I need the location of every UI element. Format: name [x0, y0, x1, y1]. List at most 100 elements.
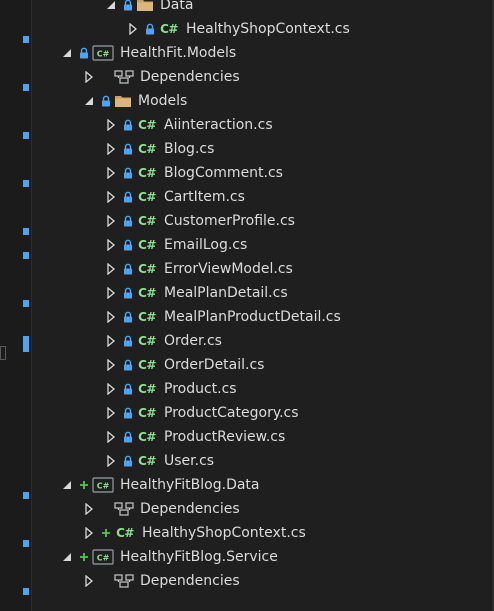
svg-text:C#: C#	[97, 482, 110, 491]
lock-icon	[122, 0, 134, 12]
tree-item[interactable]: C# CustomerProfile.cs	[32, 209, 492, 233]
expanded-arrow-icon[interactable]	[60, 478, 74, 492]
gutter-change-marker	[23, 336, 29, 352]
lock-icon	[122, 166, 134, 180]
collapsed-arrow-icon[interactable]	[104, 310, 118, 324]
lock-icon	[122, 454, 134, 468]
tree-item[interactable]: Dependencies	[32, 497, 492, 521]
lock-icon	[122, 214, 134, 228]
tree-item[interactable]: C# BlogComment.cs	[32, 161, 492, 185]
tree-item[interactable]: C# ProductReview.cs	[32, 425, 492, 449]
collapsed-arrow-icon[interactable]	[82, 526, 96, 540]
lock-icon	[122, 382, 134, 396]
expanded-arrow-icon[interactable]	[82, 94, 96, 108]
gutter-change-marker	[23, 492, 29, 499]
svg-text:C#: C#	[97, 50, 110, 59]
tree-item[interactable]: C# HealthyFitBlog.Service	[32, 545, 492, 569]
tree-item-label: Aiinteraction.cs	[164, 117, 273, 133]
collapsed-arrow-icon[interactable]	[104, 382, 118, 396]
collapsed-arrow-icon[interactable]	[104, 334, 118, 348]
expanded-arrow-icon[interactable]	[60, 550, 74, 564]
collapsed-arrow-icon[interactable]	[82, 70, 96, 84]
lock-icon	[122, 406, 134, 420]
tree-item-label: BlogComment.cs	[164, 165, 283, 181]
collapsed-arrow-icon[interactable]	[104, 238, 118, 252]
tree-item[interactable]: C# Blog.cs	[32, 137, 492, 161]
tree-item[interactable]: C# User.cs	[32, 449, 492, 473]
lock-icon	[144, 22, 156, 36]
tree-item-label: Data	[160, 0, 194, 13]
collapsed-arrow-icon[interactable]	[104, 286, 118, 300]
csharp-file-icon: C#	[138, 358, 156, 372]
dependencies-icon	[114, 502, 134, 516]
collapsed-arrow-icon[interactable]	[82, 574, 96, 588]
collapsed-arrow-icon[interactable]	[104, 190, 118, 204]
csharp-file-icon: C#	[138, 166, 156, 180]
collapsed-arrow-icon[interactable]	[104, 454, 118, 468]
tree-item[interactable]: C# HealthyFitBlog.Data	[32, 473, 492, 497]
tree-item-label: HealthyShopContext.cs	[142, 525, 306, 541]
tree-item-label: Dependencies	[140, 69, 240, 85]
plus-icon	[100, 526, 112, 540]
gutter-change-marker	[23, 300, 29, 307]
tree-item[interactable]: C# Order.cs	[32, 329, 492, 353]
tree-item[interactable]: C# MealPlanProductDetail.cs	[32, 305, 492, 329]
lock-icon	[122, 286, 134, 300]
badge-placeholder	[100, 574, 112, 588]
tree-item-label: ProductCategory.cs	[164, 405, 299, 421]
tree-item[interactable]: C# HealthyShopContext.cs	[32, 17, 492, 41]
collapsed-arrow-icon[interactable]	[104, 262, 118, 276]
tree-item[interactable]: C# ProductCategory.cs	[32, 401, 492, 425]
tree-item[interactable]: Dependencies	[32, 65, 492, 89]
expanded-arrow-icon[interactable]	[60, 46, 74, 60]
change-gutter	[0, 0, 31, 611]
collapsed-arrow-icon[interactable]	[82, 502, 96, 516]
collapsed-arrow-icon[interactable]	[104, 430, 118, 444]
tree-item-label: CartItem.cs	[164, 189, 245, 205]
collapsed-arrow-icon[interactable]	[126, 22, 140, 36]
tree-item[interactable]: Models	[32, 89, 492, 113]
tree-item[interactable]: C# MealPlanDetail.cs	[32, 281, 492, 305]
tree-item[interactable]: C# Aiinteraction.cs	[32, 113, 492, 137]
gutter-change-marker	[23, 588, 29, 595]
tree-item[interactable]: Data	[32, 0, 492, 17]
gutter-change-marker	[23, 84, 29, 91]
collapsed-arrow-icon[interactable]	[104, 142, 118, 156]
tree-item[interactable]: C# CartItem.cs	[32, 185, 492, 209]
csharp-file-icon: C#	[138, 142, 156, 156]
tree-item-label: CustomerProfile.cs	[164, 213, 295, 229]
tree-item[interactable]: C# EmailLog.cs	[32, 233, 492, 257]
plus-icon	[78, 478, 90, 492]
collapsed-arrow-icon[interactable]	[104, 166, 118, 180]
csharp-project-icon: C#	[92, 549, 114, 565]
lock-icon	[122, 118, 134, 132]
collapsed-arrow-icon[interactable]	[104, 406, 118, 420]
collapsed-arrow-icon[interactable]	[104, 358, 118, 372]
tree-item-label: User.cs	[164, 453, 215, 469]
tree-item-label: Dependencies	[140, 573, 240, 589]
tree-item[interactable]: C# ErrorViewModel.cs	[32, 257, 492, 281]
tree-item-label: OrderDetail.cs	[164, 357, 265, 373]
lock-icon	[78, 46, 90, 60]
solution-explorer-panel: Data C# HealthyShopContext.cs C# HealthFit.M…	[0, 0, 494, 611]
tree-item-label: Models	[138, 93, 188, 109]
tree-item[interactable]: C# OrderDetail.cs	[32, 353, 492, 377]
expanded-arrow-icon[interactable]	[104, 0, 118, 12]
gutter-change-marker	[23, 36, 29, 43]
badge-placeholder	[100, 70, 112, 84]
tree-item-label: MealPlanProductDetail.cs	[164, 309, 341, 325]
tree-item[interactable]: C# HealthFit.Models	[32, 41, 492, 65]
tree-item[interactable]: C# HealthyShopContext.cs	[32, 521, 492, 545]
csharp-project-icon: C#	[92, 477, 114, 493]
csharp-file-icon: C#	[138, 382, 156, 396]
tree-item[interactable]: Dependencies	[32, 569, 492, 593]
csharp-file-icon: C#	[138, 334, 156, 348]
collapsed-arrow-icon[interactable]	[104, 118, 118, 132]
tree-item[interactable]: C# Product.cs	[32, 377, 492, 401]
tree-item-label: Product.cs	[164, 381, 237, 397]
lock-icon	[122, 334, 134, 348]
gutter-change-marker	[23, 228, 29, 235]
lock-icon	[122, 358, 134, 372]
tree-item-label: HealthyShopContext.cs	[186, 21, 350, 37]
collapsed-arrow-icon[interactable]	[104, 214, 118, 228]
